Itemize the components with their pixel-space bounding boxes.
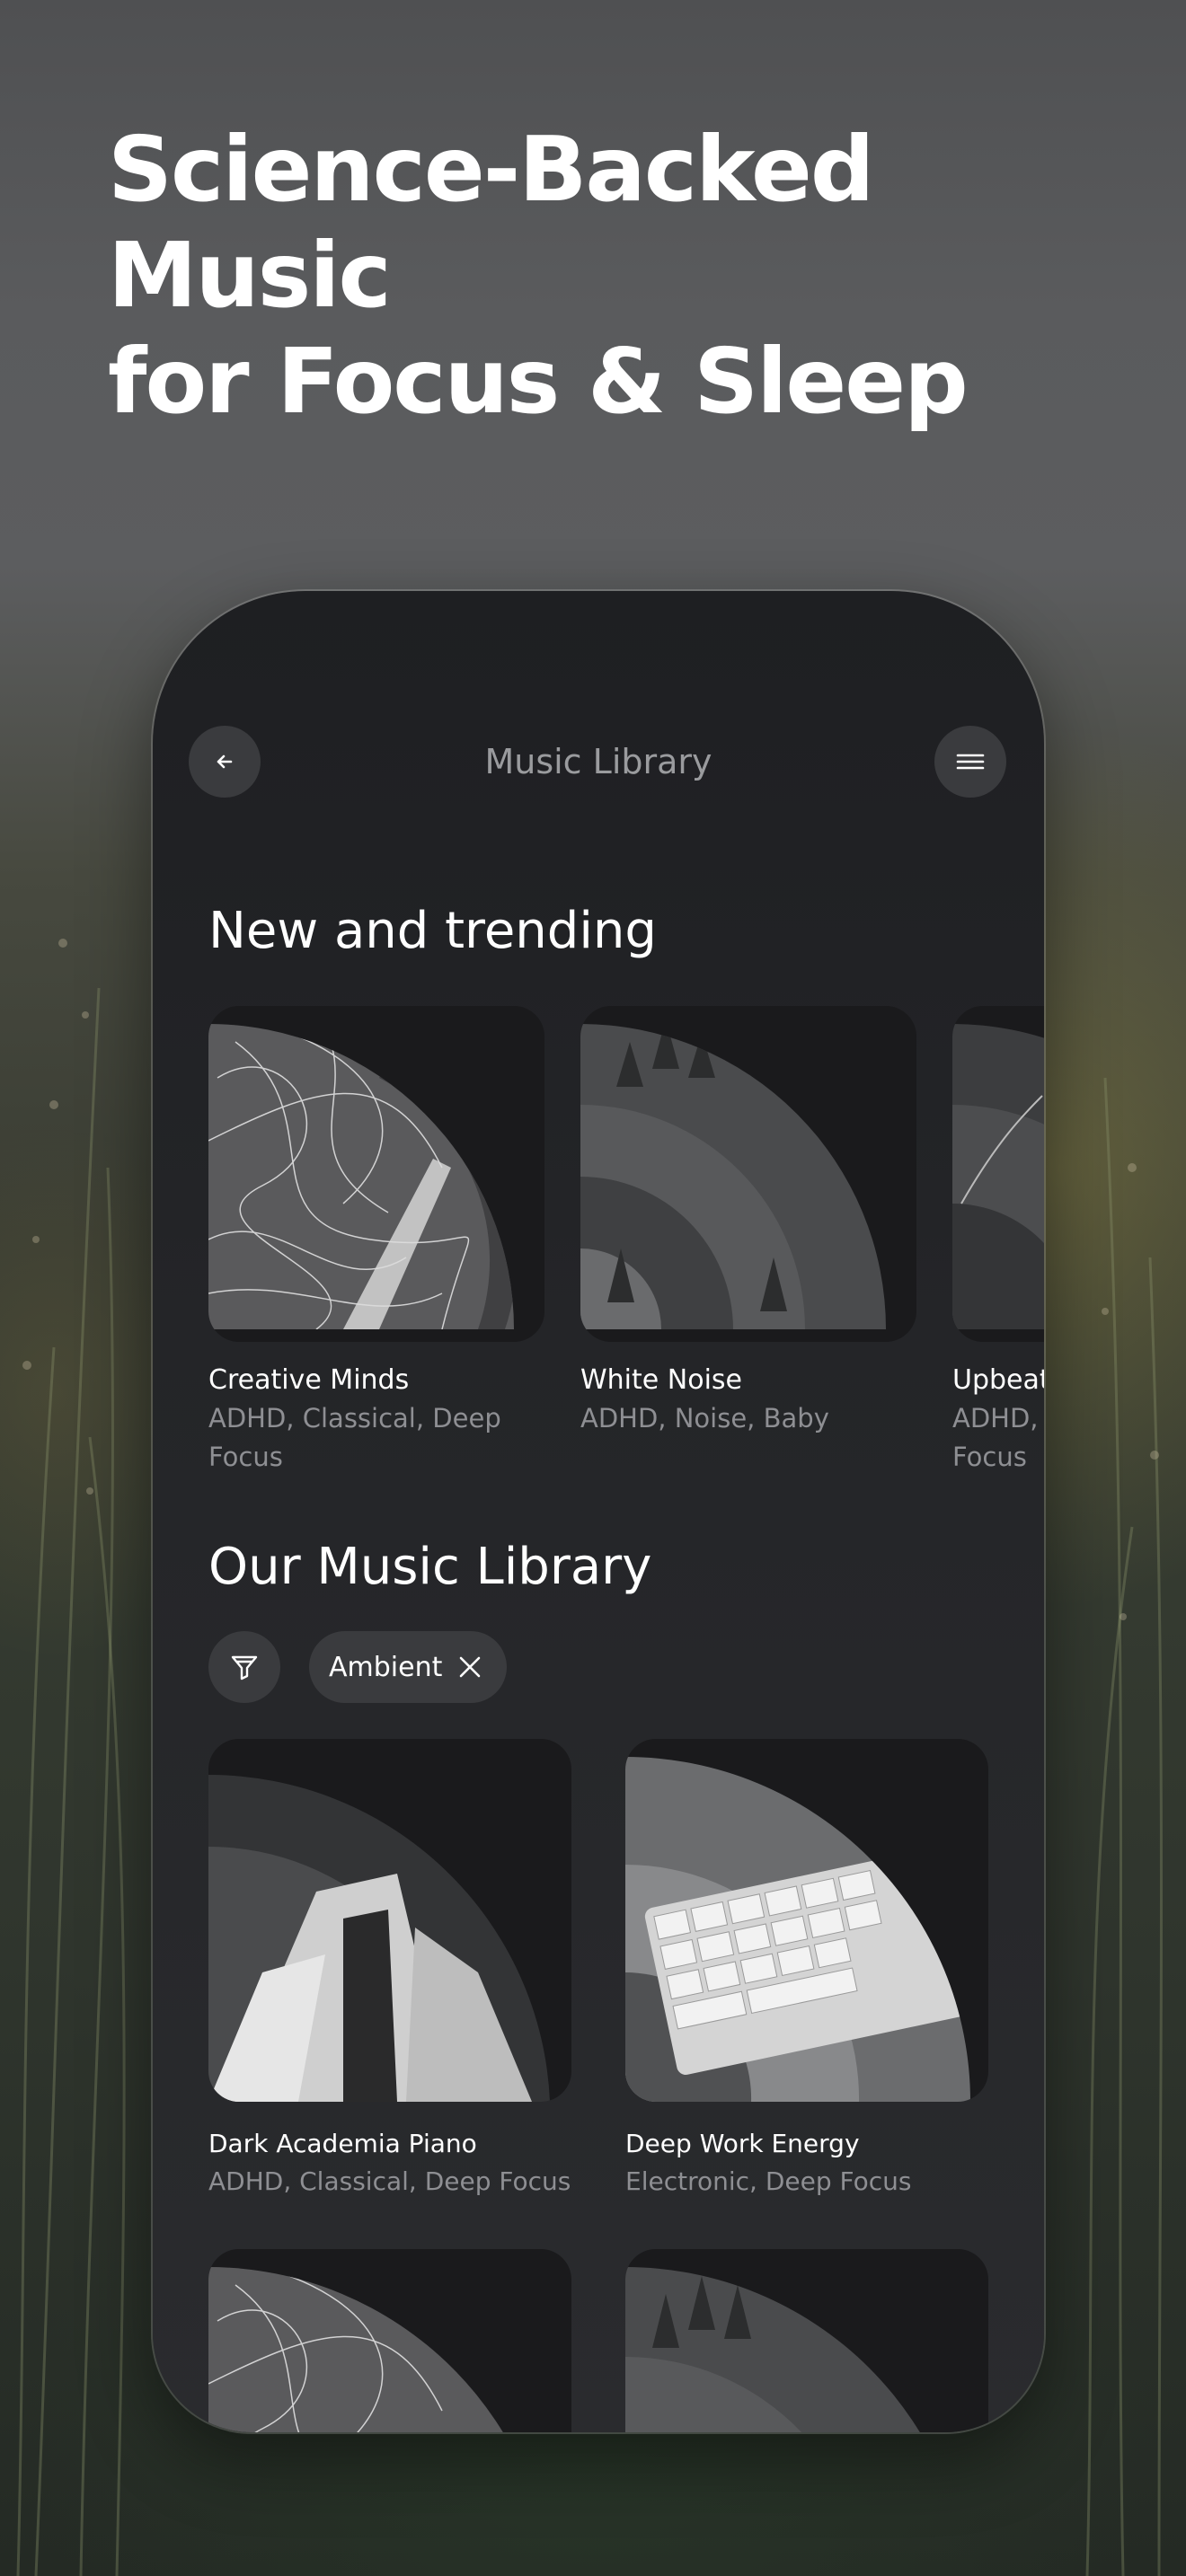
album-art bbox=[625, 2249, 988, 2432]
phone-screen: Music Library New and trending Creative … bbox=[153, 591, 1044, 2432]
section-title-library: Our Music Library bbox=[208, 1538, 652, 1596]
trending-card[interactable]: Creative Minds ADHD, Classical, Deep Foc… bbox=[208, 1006, 544, 1477]
card-tags: ADHD, Classical, Deep bbox=[208, 1403, 501, 1434]
page-title: Music Library bbox=[484, 742, 712, 781]
active-filter-chip[interactable]: Ambient bbox=[309, 1631, 508, 1703]
headline-line-2: for Focus & Sleep bbox=[108, 329, 969, 434]
album-art bbox=[952, 1006, 1044, 1342]
album-art bbox=[580, 1006, 916, 1342]
marketing-headline: Science-Backed Music for Focus & Sleep bbox=[108, 117, 1096, 435]
hamburger-menu-icon bbox=[956, 754, 985, 770]
close-icon[interactable] bbox=[456, 1654, 483, 1681]
card-tags: Focus bbox=[208, 1442, 283, 1472]
filter-button[interactable] bbox=[208, 1631, 280, 1703]
card-tags: Focus bbox=[952, 1442, 1027, 1472]
card-title: White Noise bbox=[580, 1364, 742, 1396]
card-title: Dark Academia Piano bbox=[208, 2129, 477, 2158]
card-title: Creative Minds bbox=[208, 1364, 410, 1396]
filter-bar: Ambient bbox=[208, 1631, 748, 1703]
section-title-trending: New and trending bbox=[208, 902, 657, 960]
library-card[interactable]: Deep Work Energy Electronic, Deep Focus bbox=[625, 1739, 988, 2201]
chip-label: Ambient bbox=[329, 1651, 443, 1683]
card-tags: Electronic, Deep Focus bbox=[625, 2166, 912, 2196]
trending-carousel[interactable]: Creative Minds ADHD, Classical, Deep Foc… bbox=[208, 1006, 1044, 1509]
card-title: Upbeat bbox=[952, 1364, 1044, 1396]
card-title: Deep Work Energy bbox=[625, 2129, 860, 2158]
card-tags: ADHD, bbox=[952, 1403, 1039, 1434]
album-art bbox=[208, 1739, 571, 2102]
album-art bbox=[208, 2249, 571, 2432]
library-card[interactable] bbox=[625, 2249, 988, 2432]
trending-card[interactable]: White Noise ADHD, Noise, Baby bbox=[580, 1006, 916, 1438]
funnel-icon bbox=[231, 1655, 258, 1681]
headline-line-1: Science-Backed Music bbox=[108, 117, 874, 328]
album-art bbox=[625, 1739, 988, 2102]
library-card[interactable] bbox=[208, 2249, 571, 2432]
trending-card[interactable]: Upbeat ADHD, Focus bbox=[952, 1006, 1044, 1477]
menu-button[interactable] bbox=[934, 726, 1006, 798]
library-card[interactable]: Dark Academia Piano ADHD, Classical, Dee… bbox=[208, 1739, 571, 2201]
card-tags: ADHD, Classical, Deep Focus bbox=[208, 2166, 571, 2196]
card-tags: ADHD, Noise, Baby bbox=[580, 1403, 829, 1434]
album-art bbox=[208, 1006, 544, 1342]
